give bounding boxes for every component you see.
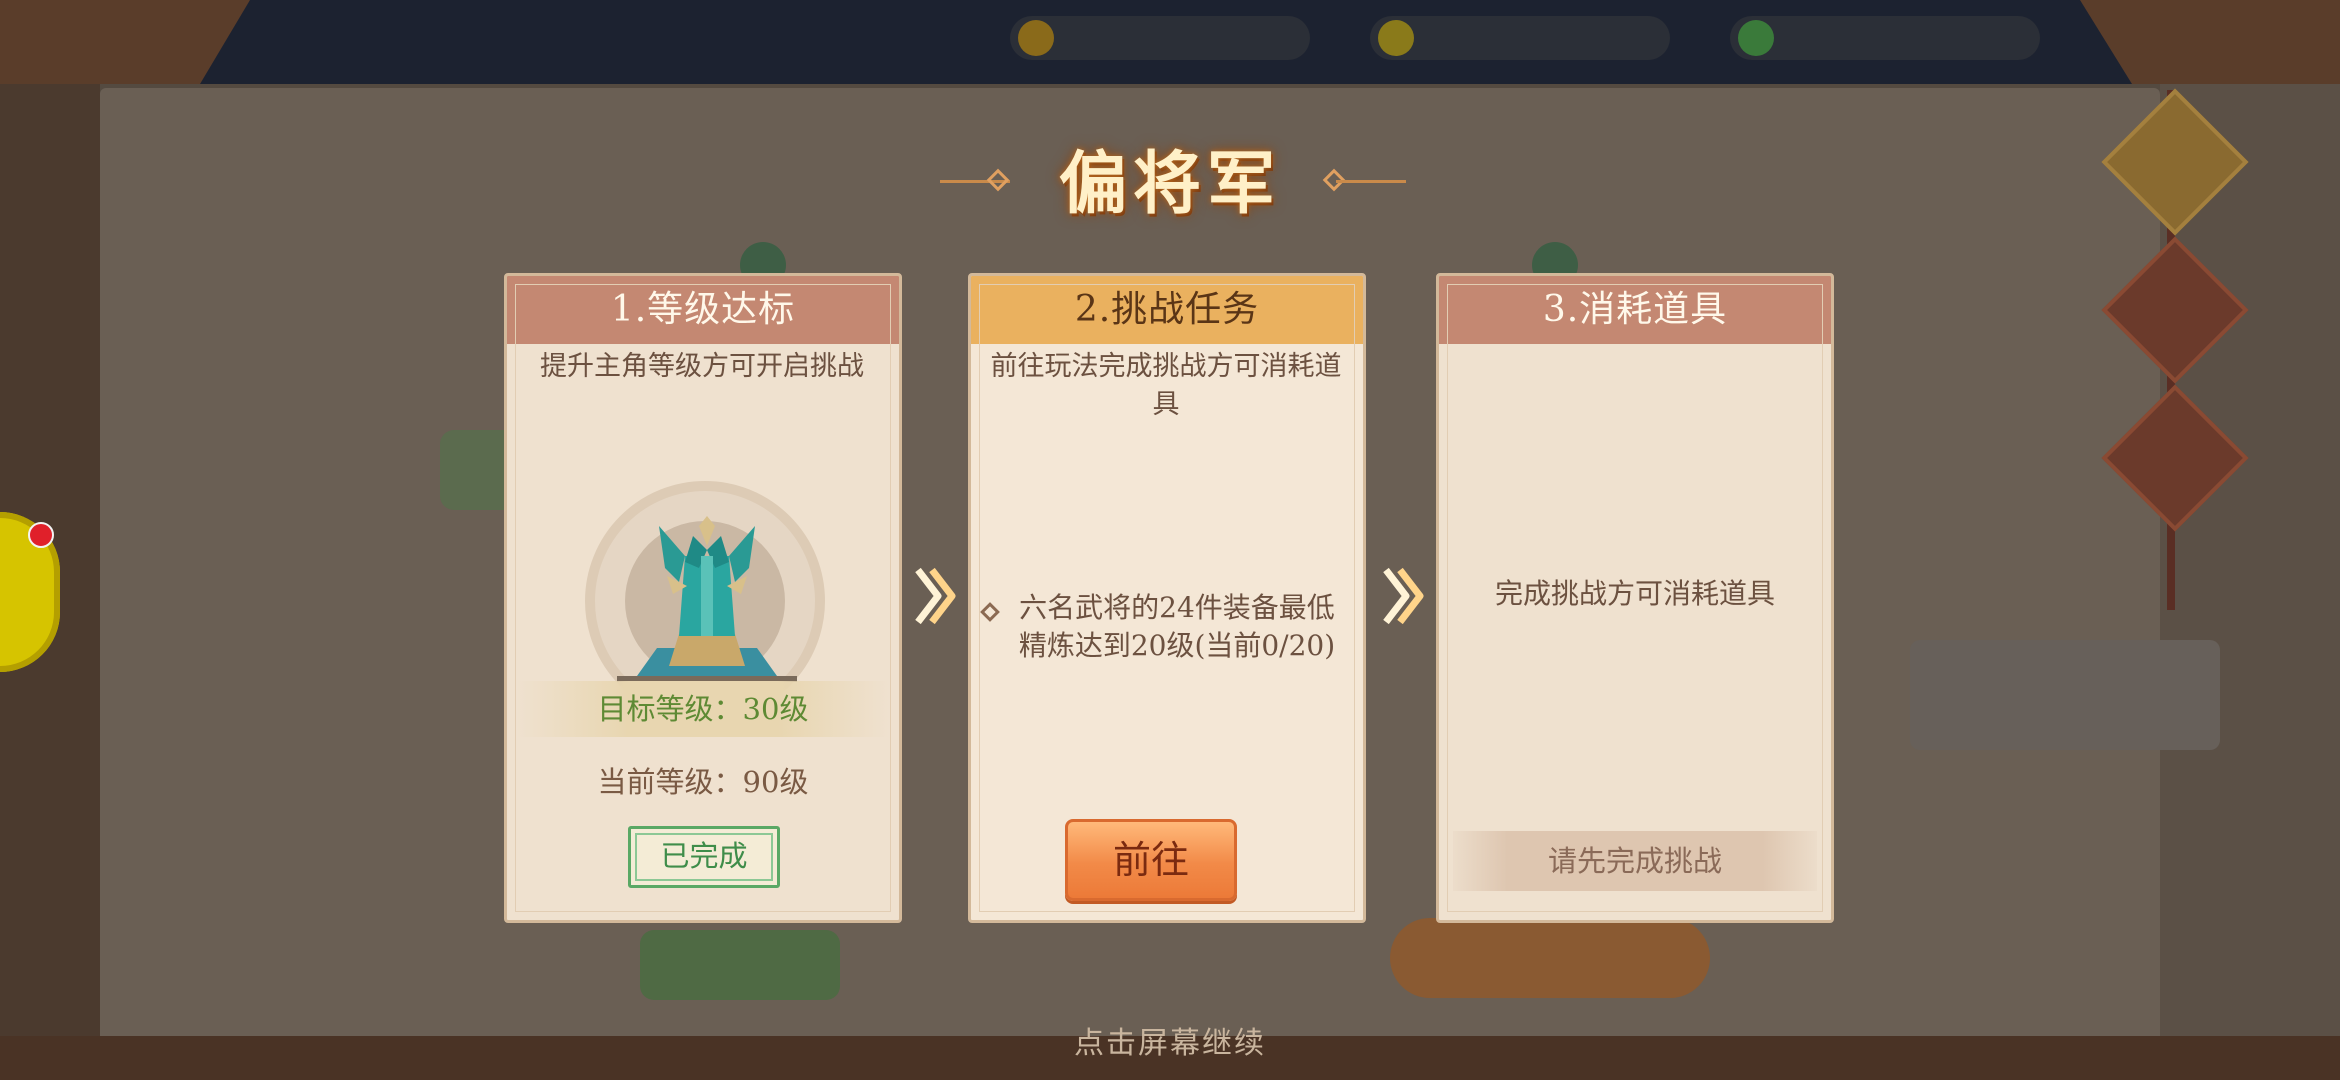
tap-to-continue[interactable]: 点击屏幕继续 <box>0 1018 2340 1062</box>
requirement-text: 六名武将的24件装备最低精炼达到20级(当前0/20) <box>1018 591 1336 662</box>
bg-resource-pill <box>1010 16 1310 60</box>
current-level-label: 当前等级：90级 <box>597 765 809 799</box>
bg-resource-pill <box>1370 16 1670 60</box>
step-card-consume: 3.消耗道具 完成挑战方可消耗道具 请先完成挑战 <box>1436 273 1834 923</box>
step-header: 3.消耗道具 <box>1439 276 1831 344</box>
double-chevron-right-icon <box>915 567 956 625</box>
step-card-challenge: 2.挑战任务 前往玩法完成挑战方可消耗道具 六名武将的24件装备最低精炼达到20… <box>968 273 1366 923</box>
general-helmet-emblem-icon <box>617 516 797 682</box>
step-description: 前往玩法完成挑战方可消耗道具 <box>990 351 1342 420</box>
bg-ingot-icon <box>1378 20 1414 56</box>
step-header: 1.等级达标 <box>507 276 899 344</box>
bg-button <box>640 930 840 1000</box>
bg-resource-pill <box>1730 16 2040 60</box>
completed-badge: 已完成 <box>628 826 780 888</box>
locked-button: 请先完成挑战 <box>1453 831 1817 891</box>
bg-button <box>1390 918 1710 998</box>
target-level-label: 目标等级：30级 <box>597 692 809 726</box>
bg-jade-icon <box>1738 20 1774 56</box>
step-card-level: 1.等级达标 提升主角等级方可开启挑战 目标等级：30级 当前等级：90级 已完… <box>504 273 902 923</box>
double-chevron-right-icon <box>1383 567 1424 625</box>
title-right-line <box>1336 180 1406 183</box>
notification-dot <box>28 522 54 548</box>
consume-hint: 完成挑战方可消耗道具 <box>1494 577 1775 610</box>
step-header: 2.挑战任务 <box>971 276 1363 344</box>
step-description: 提升主角等级方可开启挑战 <box>540 351 864 382</box>
bg-right-strip <box>2160 84 2340 1080</box>
go-button[interactable]: 前往 <box>1065 819 1237 901</box>
modal-title: 偏将军 <box>1058 144 1281 224</box>
bg-coin-icon <box>1018 20 1054 56</box>
diamond-bullet-icon <box>980 602 1000 622</box>
bg-card <box>1910 640 2220 750</box>
